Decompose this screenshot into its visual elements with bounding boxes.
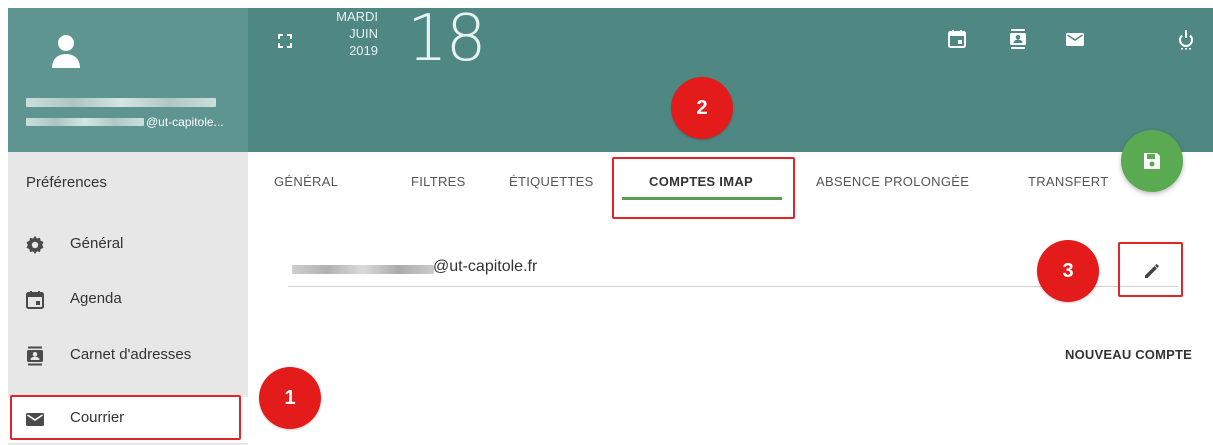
pencil-icon — [1145, 264, 1159, 278]
preferences-title: Préférences — [26, 174, 107, 191]
user-email-text: @ut-capitole... — [146, 115, 224, 129]
fullscreen-icon[interactable] — [278, 34, 292, 48]
tab-filters[interactable]: FILTRES — [411, 174, 466, 189]
date-weekday-month-year: MARDI JUIN 2019 — [325, 8, 378, 59]
tab-labels[interactable]: ÉTIQUETTES — [509, 174, 594, 189]
callout-3: 3 — [1037, 240, 1099, 302]
sidebar-item-label: Général — [70, 235, 124, 252]
user-avatar-icon — [52, 35, 80, 68]
tab-out-of-office[interactable]: ABSENCE PROLONGÉE — [816, 174, 969, 189]
sidebar-item-label: Agenda — [70, 290, 122, 307]
new-account-button[interactable]: NOUVEAU COMPTE — [1065, 347, 1192, 362]
sidebar-item-agenda[interactable]: Agenda — [8, 278, 248, 324]
save-icon — [1144, 153, 1160, 169]
power-icon[interactable] — [1175, 28, 1197, 50]
save-button[interactable] — [1121, 130, 1183, 192]
mail-icon[interactable] — [1064, 28, 1086, 50]
user-box: @ut-capitole... — [8, 8, 248, 152]
account-email: @ut-capitole.fr — [433, 258, 538, 275]
month: JUIN — [349, 26, 378, 41]
contacts-icon[interactable] — [1007, 28, 1029, 50]
tab-forwarding[interactable]: TRANSFERT — [1028, 174, 1108, 189]
account-email-redacted — [292, 265, 434, 274]
tab-general[interactable]: GÉNÉRAL — [274, 174, 338, 189]
calendar-icon[interactable] — [946, 28, 968, 50]
user-name-redacted — [26, 98, 216, 107]
callout-1: 1 — [259, 367, 321, 429]
highlight-box-mail — [10, 395, 241, 440]
calendar-icon — [26, 291, 44, 309]
edit-account-button[interactable] — [1118, 242, 1183, 297]
sidebar-item-label: Carnet d'adresses — [70, 346, 192, 363]
gear-icon — [26, 236, 44, 254]
user-email: @ut-capitole... — [26, 115, 241, 129]
highlight-box-imap-tab — [612, 157, 795, 219]
year: 2019 — [349, 43, 378, 58]
sidebar-item-general[interactable]: Général — [8, 223, 248, 269]
day-number: 18 — [407, 2, 486, 76]
weekday: MARDI — [336, 9, 378, 24]
user-email-redacted — [26, 118, 144, 126]
sidebar: @ut-capitole... Préférences Général Agen… — [8, 8, 248, 445]
sidebar-item-contacts[interactable]: Carnet d'adresses — [8, 334, 248, 380]
contacts-icon — [27, 346, 43, 366]
callout-2: 2 — [671, 77, 733, 139]
